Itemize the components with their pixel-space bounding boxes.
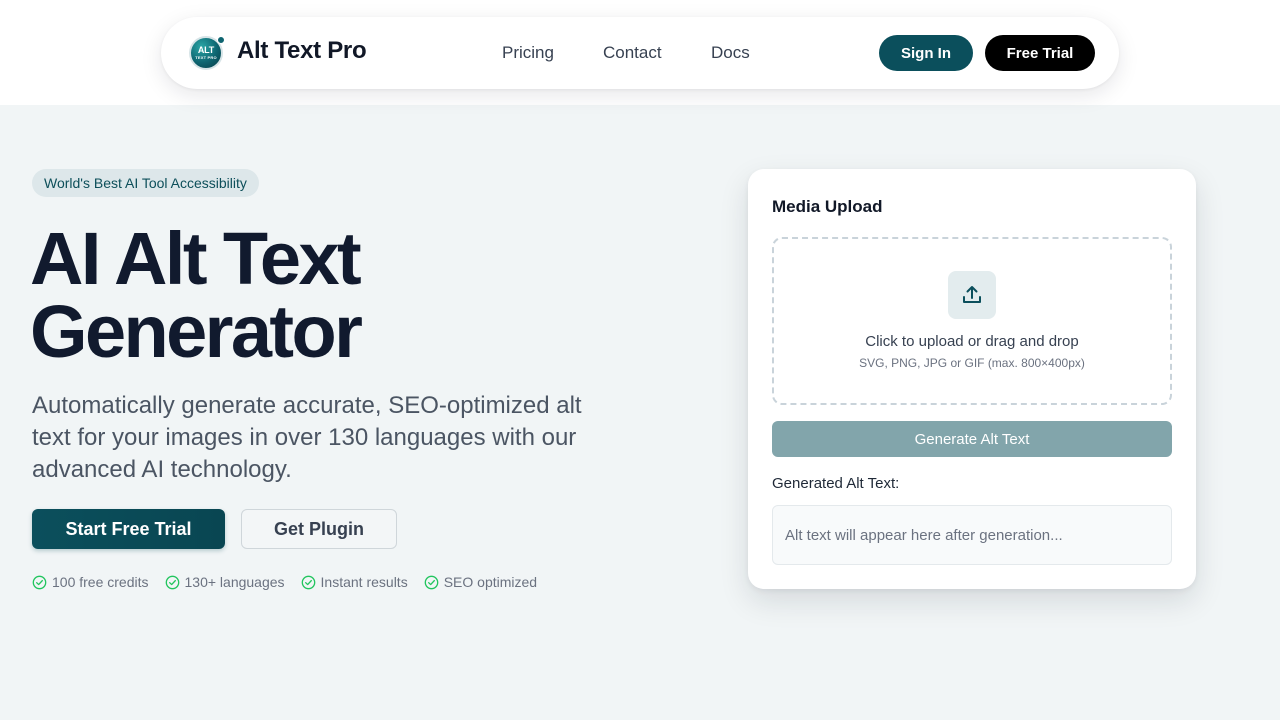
feature-label: 100 free credits xyxy=(52,574,149,590)
logo[interactable]: ALT TEXT PRO xyxy=(189,36,225,70)
feature-item: Instant results xyxy=(301,574,408,590)
headline-line-1: AI Alt Text xyxy=(30,217,362,300)
alt-text-output[interactable]: Alt text will appear here after generati… xyxy=(772,505,1172,565)
free-trial-button[interactable]: Free Trial xyxy=(985,35,1095,71)
hero-badge: World's Best AI Tool Accessibility xyxy=(32,169,259,197)
feature-item: 100 free credits xyxy=(32,574,149,590)
upload-icon xyxy=(948,271,996,319)
sign-in-button[interactable]: Sign In xyxy=(879,35,973,71)
generate-alt-text-button[interactable]: Generate Alt Text xyxy=(772,421,1172,457)
navigation-bar: ALT TEXT PRO Alt Text Pro Pricing Contac… xyxy=(161,17,1119,89)
logo-text-top: ALT xyxy=(197,45,215,55)
start-free-trial-button[interactable]: Start Free Trial xyxy=(32,509,225,549)
top-bar: ALT TEXT PRO Alt Text Pro Pricing Contac… xyxy=(0,0,1280,105)
feature-label: 130+ languages xyxy=(184,574,285,590)
dropzone-file-types: SVG, PNG, JPG or GIF (max. 800×400px) xyxy=(859,356,1085,370)
feature-item: SEO optimized xyxy=(424,574,537,590)
nav-link-contact[interactable]: Contact xyxy=(603,43,662,63)
feature-list: 100 free credits 130+ languages Instant … xyxy=(32,574,537,590)
brand-name[interactable]: Alt Text Pro xyxy=(237,37,367,65)
upload-dropzone[interactable]: Click to upload or drag and drop SVG, PN… xyxy=(772,237,1172,405)
check-circle-icon xyxy=(301,575,315,589)
check-circle-icon xyxy=(424,575,439,589)
get-plugin-button[interactable]: Get Plugin xyxy=(241,509,397,549)
card-title: Media Upload xyxy=(772,197,883,216)
dropzone-instructions: Click to upload or drag and drop xyxy=(865,333,1079,350)
check-circle-icon xyxy=(165,575,179,589)
upload-arrow-icon xyxy=(963,286,981,303)
hero-headline: AI Alt Text Generator xyxy=(30,222,590,369)
logo-dot-icon xyxy=(217,36,225,44)
feature-label: Instant results xyxy=(320,574,408,590)
nav-link-pricing[interactable]: Pricing xyxy=(502,43,554,63)
feature-item: 130+ languages xyxy=(165,574,285,590)
media-upload-card: Media Upload Click to upload or drag and… xyxy=(748,169,1196,589)
output-label: Generated Alt Text: xyxy=(772,475,900,492)
logo-text-bottom: TEXT PRO xyxy=(195,55,217,60)
feature-label: SEO optimized xyxy=(443,574,538,590)
headline-line-2: Generator xyxy=(30,290,363,373)
check-circle-icon xyxy=(32,575,47,589)
nav-link-docs[interactable]: Docs xyxy=(711,43,750,63)
hero-subtext: Automatically generate accurate, SEO-opt… xyxy=(32,392,582,483)
